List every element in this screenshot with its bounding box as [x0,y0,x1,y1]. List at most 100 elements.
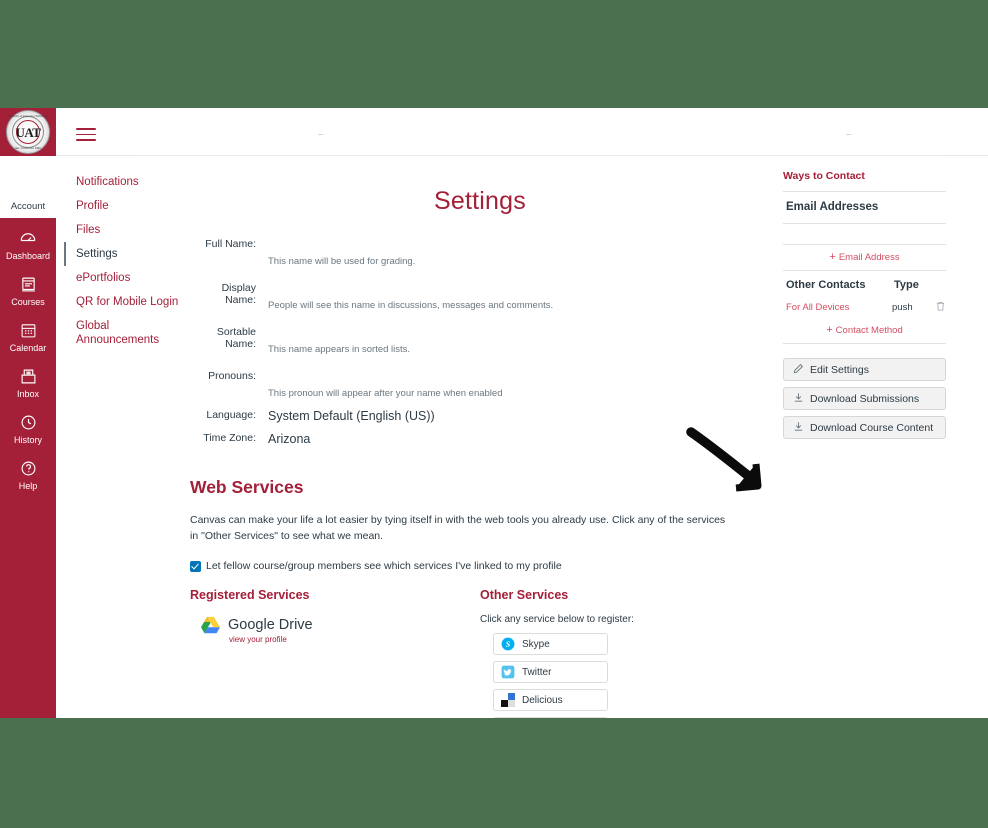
profile-field-sortable-name-hint: This name appears in sorted lists. [268,344,411,355]
nav-item-calendar[interactable]: Calendar [0,314,56,360]
twitter-icon [501,665,515,679]
email-addresses-list-empty [783,224,946,244]
svg-text:S: S [506,640,511,649]
profile-fields-table: Full Name: This name will be used for gr… [190,238,770,447]
profile-field-pronouns-label: Pronouns: [208,370,256,382]
main-content: Settings Full Name: This name will be us… [190,170,770,718]
service-button-twitter[interactable]: Twitter [493,661,608,683]
other-services-column: Other Services Click any service below t… [480,588,740,718]
service-button-delicious[interactable]: Delicious [493,689,608,711]
service-button-diigo[interactable]: Diigo [493,717,608,718]
pencil-icon [793,363,804,377]
profile-field-time-zone-label: Time Zone: [203,432,256,444]
service-button-skype[interactable]: S Skype [493,633,608,655]
share-services-checkbox[interactable] [190,560,201,572]
trash-icon[interactable] [930,300,946,315]
context-nav-files[interactable]: Files [64,218,184,242]
profile-field-language: Language: System Default (English (US)) [190,409,770,424]
calendar-icon [0,321,56,341]
skype-icon: S [501,637,515,651]
add-email-address-button[interactable]: + Email Address [783,245,946,270]
profile-field-full-name-hint: This name will be used for grading. [268,256,416,267]
download-submissions-button[interactable]: Download Submissions [783,387,946,410]
download-submissions-label: Download Submissions [810,392,920,405]
seal-letters: UAT [15,124,41,140]
services-columns: Registered Services Google Drive view yo… [190,588,770,718]
edit-settings-button[interactable]: Edit Settings [783,358,946,381]
nav-item-account-label: Account [10,201,46,212]
ways-to-contact-sidebar: Ways to Contact Email Addresses + Email A… [783,170,946,445]
context-nav-settings[interactable]: Settings [64,242,184,266]
context-nav-global-announcements[interactable]: Global Announcements [64,314,184,352]
registered-services-heading: Registered Services [190,588,310,602]
history-icon [0,413,56,433]
profile-field-sortable-name-value [268,326,770,339]
profile-field-language-label: Language: [206,409,256,421]
profile-field-language-value: System Default (English (US)) [268,409,435,423]
registered-service-profile-link[interactable]: view your profile [229,635,313,644]
email-addresses-heading: Email Addresses [786,201,879,213]
context-navigation: Notifications Profile Files Settings ePo… [64,170,184,352]
add-contact-method-button[interactable]: + Contact Method [783,318,946,343]
app-header [56,108,988,156]
contact-row-type: push [892,302,913,313]
global-navigation: University of Advancing Technology UAT E… [0,108,56,718]
courses-icon [0,275,56,295]
nav-item-help[interactable]: Help [0,452,56,498]
nav-item-inbox-label: Inbox [16,389,40,399]
registered-service-google-drive[interactable]: Google Drive view your profile [190,616,480,644]
download-icon [793,392,804,406]
other-services-heading: Other Services [480,588,569,602]
seal-ring-top-text: University of Advancing Technology [7,114,49,118]
service-button-skype-label: Skype [522,638,550,650]
canvas-app-window: University of Advancing Technology UAT E… [0,108,988,718]
profile-field-display-name-value [268,282,770,295]
google-drive-icon [200,616,221,640]
registered-services-column: Registered Services Google Drive view yo… [190,588,480,718]
service-button-delicious-label: Delicious [522,694,563,706]
dashboard-icon [0,229,56,249]
inbox-icon [0,367,56,387]
ways-to-contact-title: Ways to Contact [783,170,865,182]
nav-item-courses[interactable]: Courses [0,268,56,314]
share-services-checkbox-label: Let fellow course/group members see whic… [206,560,562,572]
edit-settings-label: Edit Settings [810,363,869,376]
other-services-hint: Click any service below to register: [480,614,634,625]
context-nav-notifications[interactable]: Notifications [64,170,184,194]
institution-logo[interactable]: University of Advancing Technology UAT E… [0,108,56,156]
profile-field-pronouns: Pronouns: This pronoun will appear after… [190,370,770,401]
help-icon [0,459,56,479]
web-services-heading: Web Services [190,477,304,497]
header-placeholder-right [846,134,851,135]
context-nav-qr-mobile-login[interactable]: QR for Mobile Login [64,290,184,314]
page-title: Settings [434,187,526,215]
profile-field-display-name-label: Display Name: [221,282,256,306]
registered-service-name: Google Drive [228,617,313,633]
contact-row: For All Devices push [783,298,946,318]
nav-item-dashboard-label: Dashboard [5,251,51,261]
download-course-content-button[interactable]: Download Course Content [783,416,946,439]
nav-item-dashboard[interactable]: Dashboard [0,222,56,268]
hamburger-menu-icon[interactable] [76,128,96,145]
profile-field-display-name-hint: People will see this name in discussions… [268,300,554,311]
nav-item-history-label: History [13,435,42,445]
context-nav-profile[interactable]: Profile [64,194,184,218]
profile-field-pronouns-value [268,370,770,383]
context-nav-eportfolios[interactable]: ePortfolios [64,266,184,290]
nav-item-history[interactable]: History [0,406,56,452]
other-contacts-col-type: Type [894,279,919,291]
profile-field-time-zone-value: Arizona [268,432,311,446]
rail-spacer [783,344,946,358]
profile-field-sortable-name: Sortable Name: This name appears in sort… [190,326,770,357]
profile-field-display-name: Display Name: People will see this name … [190,282,770,313]
web-services-description: Canvas can make your life a lot easier b… [190,514,726,542]
download-course-content-label: Download Course Content [810,421,934,434]
share-services-checkbox-row[interactable]: Let fellow course/group members see whic… [190,560,770,572]
contact-row-name[interactable]: For All Devices [786,302,892,313]
other-contacts-table-header: Other Contacts Type [783,271,946,298]
add-email-address-label: Email Address [838,252,900,263]
profile-field-time-zone: Time Zone: Arizona [190,432,770,447]
other-contacts-col-name: Other Contacts [786,279,866,291]
nav-item-account[interactable]: Account [0,156,56,218]
nav-item-inbox[interactable]: Inbox [0,360,56,406]
